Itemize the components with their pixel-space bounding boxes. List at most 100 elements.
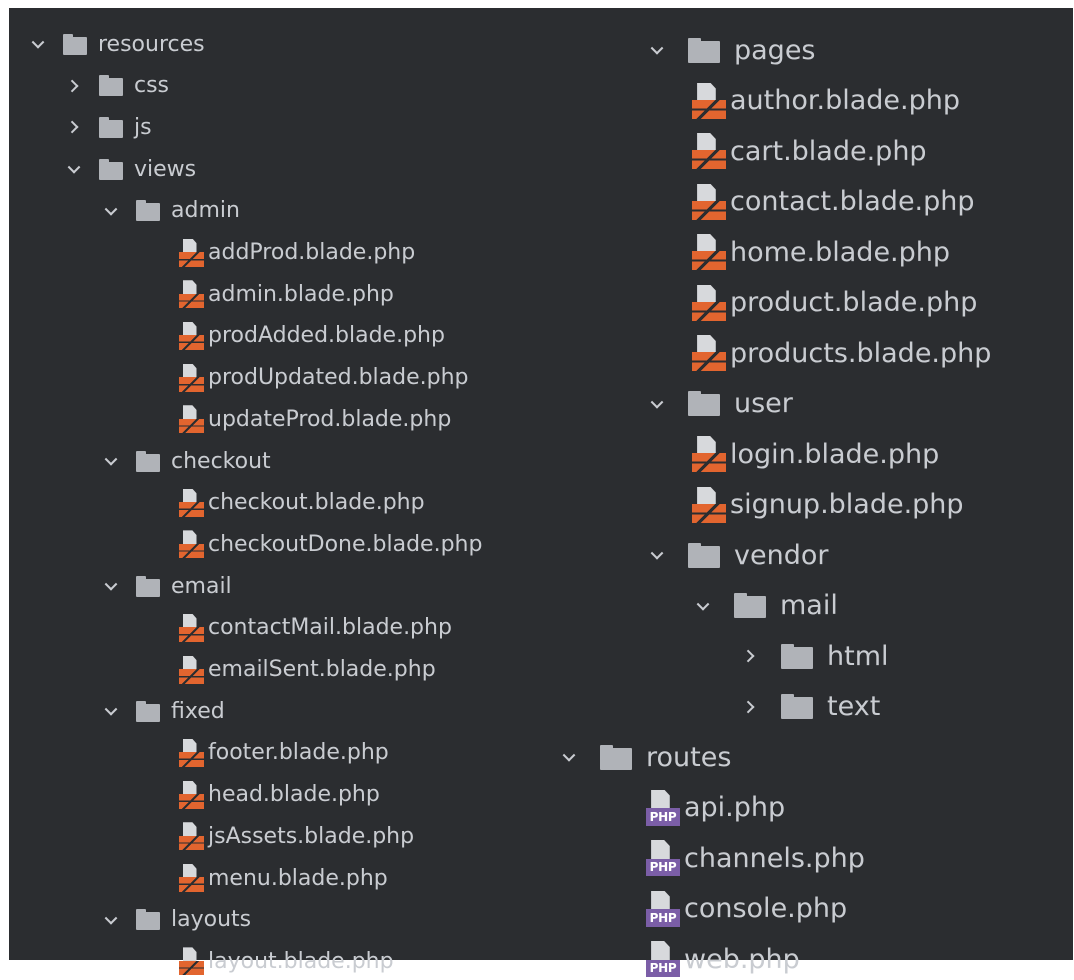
chevron-down-icon[interactable] (102, 452, 120, 470)
tree-folder-row[interactable]: email (102, 569, 232, 603)
blade-file-icon (179, 864, 204, 892)
folder-label: text (827, 691, 881, 722)
project-tree-left-panel: resources css js views admin addProd.blade.ph… (9, 8, 544, 976)
file-label: checkout.blade.php (208, 490, 425, 516)
blade-file-icon (692, 234, 726, 270)
tree-file-row[interactable]: home.blade.php (692, 231, 950, 273)
file-label: cart.blade.php (730, 135, 927, 167)
blade-file-icon (179, 405, 204, 434)
chevron-down-icon[interactable] (29, 35, 47, 53)
tree-file-row[interactable]: signup.blade.php (692, 484, 964, 526)
folder-icon (99, 75, 123, 97)
blade-file-icon (179, 947, 204, 976)
php-file-icon: PHP (646, 789, 680, 826)
tree-folder-row[interactable]: routes (558, 736, 731, 778)
tree-file-row[interactable]: contactMail.blade.php (179, 611, 452, 645)
folder-label: email (171, 573, 232, 599)
chevron-down-icon[interactable] (102, 702, 120, 720)
tree-file-row[interactable]: checkout.blade.php (179, 486, 425, 520)
chevron-down-icon[interactable] (646, 544, 668, 566)
file-label: updateProd.blade.php (208, 406, 452, 432)
file-label: addProd.blade.php (208, 240, 416, 265)
file-label: console.php (684, 893, 848, 924)
tree-file-row[interactable]: addProd.blade.php (179, 236, 415, 270)
blade-file-icon (179, 363, 204, 392)
tree-folder-row[interactable]: css (65, 69, 169, 103)
tree-file-row[interactable]: product.blade.php (692, 282, 977, 324)
folder-icon (136, 200, 160, 222)
folder-label: js (134, 114, 152, 140)
tree-file-row[interactable]: updateProd.blade.php (179, 402, 451, 436)
chevron-down-icon[interactable] (646, 393, 668, 415)
chevron-right-icon[interactable] (739, 645, 761, 667)
folder-label: html (827, 640, 889, 672)
file-label: signup.blade.php (730, 489, 964, 520)
chevron-down-icon[interactable] (558, 746, 580, 768)
tree-folder-row[interactable]: pages (646, 29, 816, 71)
tree-file-row[interactable]: PHP api.php (646, 787, 785, 829)
tree-folder-row[interactable]: checkout (102, 444, 271, 478)
folder-icon (781, 643, 813, 669)
tree-file-row[interactable]: footer.blade.php (179, 736, 389, 770)
tree-file-row[interactable]: login.blade.php (692, 433, 939, 475)
php-file-icon: PHP (646, 890, 680, 927)
folder-label: css (134, 73, 170, 99)
chevron-down-icon[interactable] (646, 39, 668, 61)
blade-file-icon (179, 488, 204, 517)
tree-file-row[interactable]: PHP channels.php (646, 837, 865, 879)
tree-file-row[interactable]: emailSent.blade.php (179, 653, 436, 687)
tree-folder-row[interactable]: mail (692, 585, 838, 627)
tree-file-row[interactable]: author.blade.php (692, 80, 960, 122)
tree-folder-row[interactable]: html (739, 635, 889, 677)
file-label: layout.blade.php (208, 948, 394, 974)
chevron-down-icon[interactable] (102, 577, 120, 595)
chevron-down-icon[interactable] (65, 160, 83, 178)
file-tree: resources css js views admin addProd.blade.ph… (9, 8, 544, 976)
file-label: product.blade.php (730, 287, 978, 318)
folder-icon (63, 33, 87, 55)
folder-label: resources (98, 31, 205, 57)
file-label: contactMail.blade.php (208, 615, 452, 641)
tree-folder-row[interactable]: js (65, 110, 152, 144)
tree-folder-row[interactable]: fixed (102, 694, 225, 728)
tree-folder-row[interactable]: layouts (102, 903, 251, 937)
chevron-right-icon[interactable] (739, 696, 761, 718)
tree-file-row[interactable]: checkoutDone.blade.php (179, 527, 482, 561)
chevron-right-icon[interactable] (65, 77, 83, 95)
tree-folder-row[interactable]: resources (29, 27, 205, 61)
chevron-down-icon[interactable] (102, 202, 120, 220)
folder-icon (734, 593, 766, 618)
tree-folder-row[interactable]: text (739, 686, 880, 728)
chevron-right-icon[interactable] (65, 118, 83, 136)
tree-folder-row[interactable]: vendor (646, 534, 828, 576)
chevron-down-icon[interactable] (102, 911, 120, 929)
tree-file-row[interactable]: PHP console.php (646, 888, 847, 930)
chevron-down-icon[interactable] (692, 595, 714, 617)
php-file-icon: PHP (646, 840, 680, 876)
file-label: admin.blade.php (208, 281, 394, 307)
file-label: jsAssets.blade.php (208, 823, 415, 849)
folder-icon (688, 391, 720, 416)
blade-file-icon (179, 530, 204, 559)
tree-file-row[interactable]: contact.blade.php (692, 181, 975, 223)
tree-file-row[interactable]: admin.blade.php (179, 277, 394, 311)
file-label: footer.blade.php (208, 740, 389, 766)
tree-folder-row[interactable]: user (646, 383, 793, 425)
tree-file-row[interactable]: layout.blade.php (179, 944, 394, 978)
tree-file-row[interactable]: head.blade.php (179, 778, 380, 812)
tree-file-row[interactable]: cart.blade.php (692, 130, 927, 172)
tree-file-row[interactable]: products.blade.php (692, 332, 991, 374)
tree-folder-row[interactable]: views (65, 152, 196, 186)
tree-file-row[interactable]: prodUpdated.blade.php (179, 361, 469, 395)
blade-file-icon (179, 238, 204, 267)
blade-file-icon (179, 613, 204, 642)
tree-file-row[interactable]: PHP web.php (646, 938, 800, 980)
folder-label: vendor (734, 539, 829, 571)
tree-file-row[interactable]: menu.blade.php (179, 861, 388, 895)
folder-icon (136, 575, 160, 597)
tree-folder-row[interactable]: admin (102, 194, 240, 228)
tree-file-row[interactable]: prodAdded.blade.php (179, 319, 445, 353)
tree-file-row[interactable]: jsAssets.blade.php (179, 819, 414, 853)
folder-icon (99, 116, 123, 138)
file-label: api.php (684, 792, 786, 823)
